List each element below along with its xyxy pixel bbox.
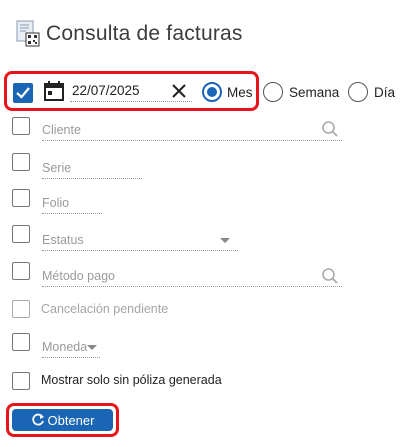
calendar-icon[interactable] [43,80,65,102]
header: Consulta de facturas [14,18,243,50]
moneda-dropdown-icon[interactable] [87,345,97,350]
moneda-underline [42,357,100,358]
obtener-button[interactable]: Obtener [12,409,113,431]
serie-underline [42,178,142,179]
cancelacion-checkbox[interactable] [12,300,30,318]
check-icon [16,87,30,99]
estatus-underline [42,250,238,251]
cliente-field[interactable]: Cliente [42,123,81,137]
radio-mes-label: Mes [227,85,253,100]
radio-semana-label: Semana [289,85,340,100]
serie-checkbox[interactable] [12,153,30,171]
radio-mes[interactable] [202,82,222,102]
folio-checkbox[interactable] [12,189,30,207]
cliente-checkbox[interactable] [12,117,30,135]
document-qr-icon [16,20,40,47]
date-input-underline [70,101,192,102]
serie-field[interactable]: Serie [42,161,71,175]
radio-dia-label: Día [374,85,396,100]
metodo-pago-checkbox[interactable] [12,262,30,280]
date-filter-checkbox[interactable] [13,83,33,103]
date-input[interactable]: 22/07/2025 [72,83,140,98]
metodo-pago-field[interactable]: Método pago [42,269,115,283]
page-title: Consulta de facturas [46,22,243,45]
clear-date-icon[interactable] [171,83,187,99]
search-icon[interactable] [321,120,339,138]
radio-dia[interactable] [348,82,368,102]
estatus-checkbox[interactable] [12,225,30,243]
folio-underline [42,213,102,214]
metodo-pago-underline [42,286,342,287]
poliza-checkbox[interactable] [12,372,30,390]
estatus-dropdown-icon[interactable] [220,238,230,243]
estatus-field[interactable]: Estatus [42,233,84,247]
search-icon[interactable] [321,267,339,285]
cancelacion-label: Cancelación pendiente [41,302,169,316]
poliza-label: Mostrar solo sin póliza generada [41,373,222,387]
obtener-label: Obtener [47,412,95,428]
refresh-icon [31,413,44,426]
radio-semana[interactable] [263,82,283,102]
moneda-field[interactable]: Moneda [42,340,87,354]
moneda-checkbox[interactable] [12,333,30,351]
folio-field[interactable]: Folio [42,196,69,210]
cliente-underline [42,140,342,141]
